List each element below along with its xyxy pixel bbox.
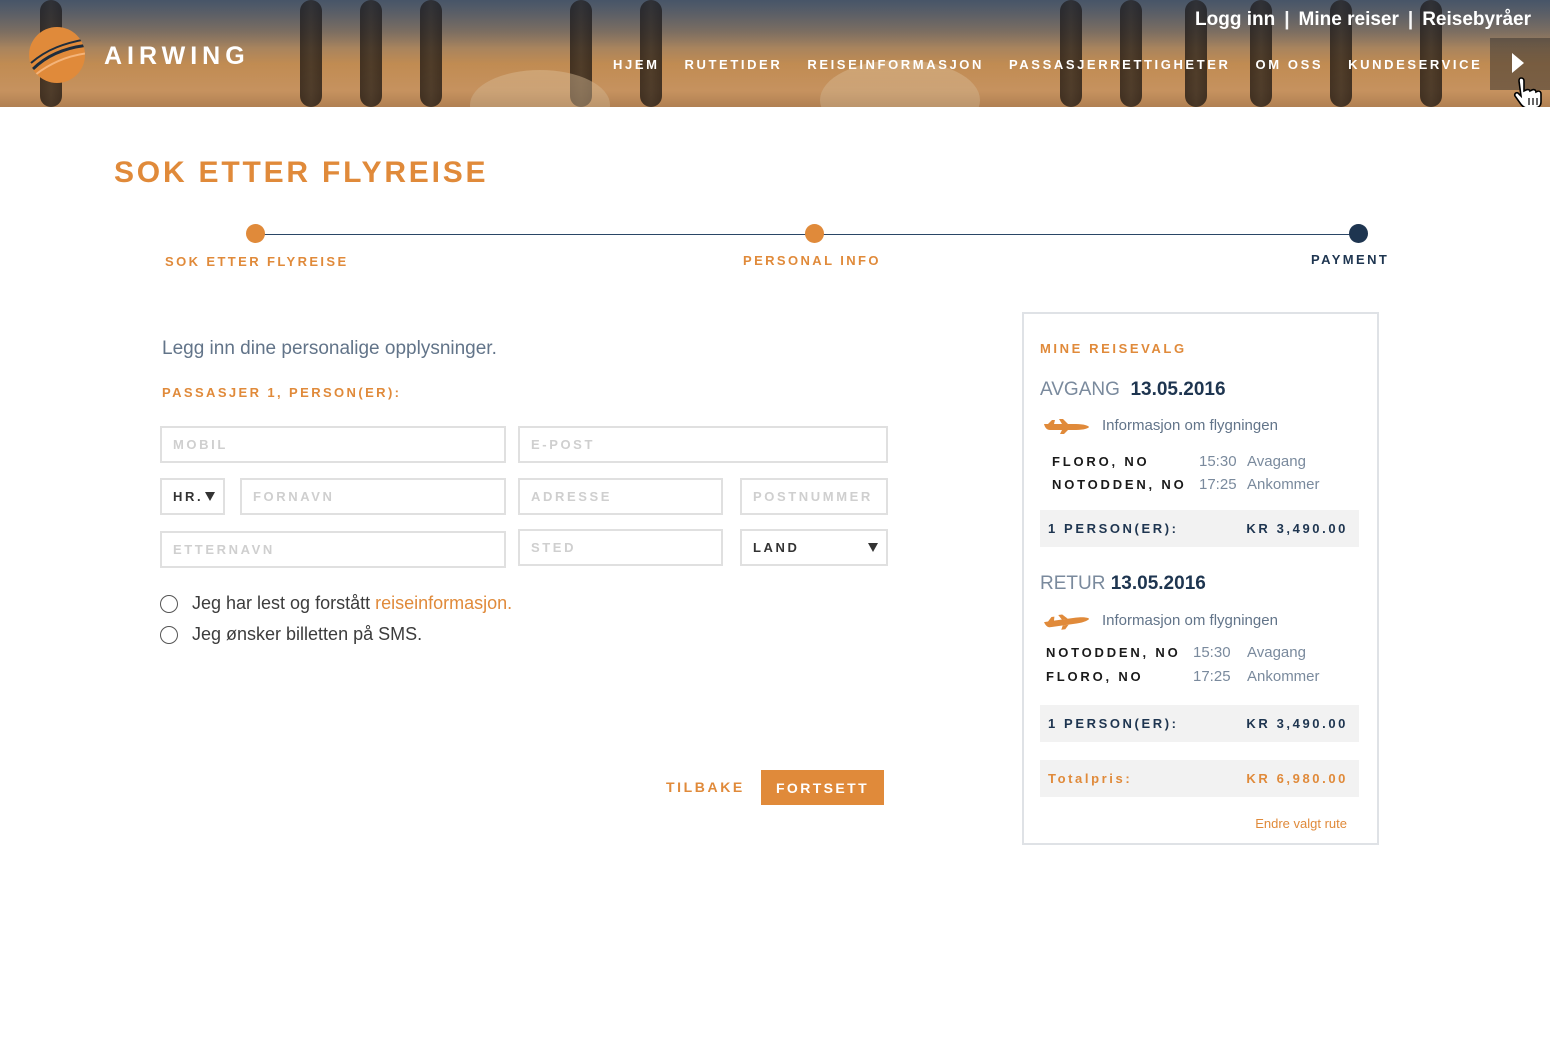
total-price-bar: Totalpris: KR 6,980.00 (1040, 760, 1359, 797)
city-field[interactable]: STED (518, 529, 723, 566)
outbound-from-city: FLORO, NO (1052, 454, 1150, 469)
airplane-icon (1044, 419, 1089, 434)
step-label-search: SOK ETTER FLYREISE (165, 254, 349, 269)
dropdown-arrow-icon (205, 492, 215, 501)
outbound-from-time: 15:30 (1199, 453, 1237, 470)
return-from-city: NOTODDEN, NO (1046, 645, 1181, 660)
return-departure-row: NOTODDEN, NO 15:30 Avagang (1046, 644, 1306, 661)
form-intro: Legg inn dine personalige opplysninger. (162, 338, 497, 359)
return-to-city: FLORO, NO (1046, 669, 1144, 684)
outbound-label: AVGANG (1040, 379, 1120, 400)
play-arrow-icon (1512, 53, 1524, 73)
passenger-label: PASSASJER 1, PERSON(ER): (162, 385, 402, 400)
return-price-bar: 1 PERSON(ER): KR 3,490.00 (1040, 705, 1359, 742)
my-trips-link[interactable]: Mine reiser (1299, 9, 1399, 31)
return-to-action: Ankommer (1247, 668, 1320, 685)
outbound-date: 13.05.2016 (1130, 379, 1226, 400)
outbound-price: KR 3,490.00 (1246, 521, 1348, 536)
return-arrival-row: FLORO, NO 17:25 Ankommer (1046, 668, 1320, 685)
terms-text: Jeg har lest og forstått reiseinformasjo… (192, 593, 512, 614)
return-to-time: 17:25 (1193, 668, 1231, 685)
airplane-icon (1044, 614, 1090, 630)
outbound-departure-row: FLORO, NO 15:30 Avagang (1052, 453, 1306, 470)
outbound-flight-info[interactable]: Informasjon om flygningen (1042, 416, 1278, 434)
outbound-title: AVGANG 13.05.2016 (1040, 379, 1226, 401)
page-title: SOK ETTER FLYREISE (114, 156, 489, 189)
dropdown-arrow-icon (868, 543, 878, 552)
outbound-from-action: Avagang (1247, 453, 1306, 470)
travel-agencies-link[interactable]: Reisebyråer (1422, 9, 1531, 31)
country-select[interactable]: LAND (740, 529, 888, 566)
login-link[interactable]: Logg inn (1195, 9, 1275, 31)
link-separator: | (1284, 9, 1290, 30)
trip-summary-card: MINE REISEVALG AVGANG 13.05.2016 Informa… (1022, 312, 1379, 845)
sms-radio[interactable] (160, 625, 178, 644)
step-dot-search[interactable] (246, 224, 265, 243)
step-dot-payment[interactable] (1349, 224, 1368, 243)
account-links: Logg inn | Mine reiser | Reisebyråer (1195, 9, 1531, 31)
outbound-persons: 1 PERSON(ER): (1048, 521, 1179, 536)
outbound-to-action: Ankommer (1247, 476, 1320, 493)
return-flight-info[interactable]: Informasjon om flygningen (1042, 610, 1278, 630)
outbound-price-bar: 1 PERSON(ER): KR 3,490.00 (1040, 510, 1359, 547)
total-price: KR 6,980.00 (1246, 771, 1348, 786)
step-dot-personal-info[interactable] (805, 224, 824, 243)
continue-button[interactable]: FORTSETT (761, 770, 884, 805)
change-route-link[interactable]: Endre valgt rute (1255, 816, 1347, 831)
logo-swoosh-icon (30, 38, 85, 76)
country-select-value: LAND (753, 540, 800, 555)
return-from-action: Avagang (1247, 644, 1306, 661)
step-label-payment: PAYMENT (1311, 252, 1390, 267)
brand-wordmark[interactable]: AIRWING (104, 42, 250, 71)
reiseinformasjon-link[interactable]: reiseinformasjon. (375, 593, 512, 613)
outbound-arrival-row: NOTODDEN, NO 17:25 Ankommer (1052, 476, 1320, 493)
terms-checkbox-row: Jeg har lest og forstått reiseinformasjo… (160, 593, 512, 614)
return-from-time: 15:30 (1193, 644, 1231, 661)
outbound-to-time: 17:25 (1199, 476, 1237, 493)
site-header: AIRWING Logg inn | Mine reiser | Reiseby… (0, 0, 1550, 107)
return-date: 13.05.2016 (1110, 573, 1206, 594)
title-select[interactable]: HR. (160, 478, 225, 515)
outbound-info-label: Informasjon om flygningen (1102, 416, 1278, 434)
email-field[interactable]: E-POST (518, 426, 888, 463)
outbound-to-city: NOTODDEN, NO (1052, 477, 1187, 492)
nav-item-hjem[interactable]: HJEM (613, 57, 660, 72)
sms-label: Jeg ønsker billetten på SMS. (192, 624, 423, 644)
sms-checkbox-row: Jeg ønsker billetten på SMS. (160, 624, 422, 645)
hand-cursor-icon (1513, 77, 1542, 107)
step-label-personal-info: PERSONAL INFO (743, 253, 881, 268)
back-button[interactable]: TILBAKE (666, 779, 745, 795)
terms-label: Jeg har lest og forstått (192, 593, 376, 613)
nav-item-rutetider[interactable]: RUTETIDER (685, 57, 783, 72)
total-label: Totalpris: (1048, 771, 1133, 786)
main-nav: HJEM RUTETIDER REISEINFORMASJON PASSASJE… (613, 57, 1482, 72)
return-price: KR 3,490.00 (1246, 716, 1348, 731)
nav-item-passasjerrettigheter[interactable]: PASSASJERRETTIGHETER (1009, 57, 1231, 72)
logo-icon[interactable] (29, 27, 85, 83)
summary-heading: MINE REISEVALG (1040, 341, 1187, 356)
last-name-field[interactable]: ETTERNAVN (160, 531, 506, 568)
nav-item-reiseinformasjon[interactable]: REISEINFORMASJON (807, 57, 984, 72)
address-field[interactable]: ADRESSE (518, 478, 723, 515)
terms-radio[interactable] (160, 594, 178, 613)
return-title: RETUR 13.05.2016 (1040, 573, 1206, 595)
first-name-field[interactable]: FORNAVN (240, 478, 506, 515)
nav-item-om-oss[interactable]: OM OSS (1256, 57, 1324, 72)
nav-item-kundeservice[interactable]: KUNDESERVICE (1348, 57, 1482, 72)
link-separator: | (1407, 9, 1414, 30)
return-label: RETUR (1040, 573, 1106, 594)
return-persons: 1 PERSON(ER): (1048, 716, 1179, 731)
title-select-value: HR. (173, 489, 204, 504)
return-info-label: Informasjon om flygningen (1102, 611, 1278, 629)
postal-code-field[interactable]: POSTNUMMER (740, 478, 888, 515)
mobil-field[interactable]: MOBIL (160, 426, 506, 463)
